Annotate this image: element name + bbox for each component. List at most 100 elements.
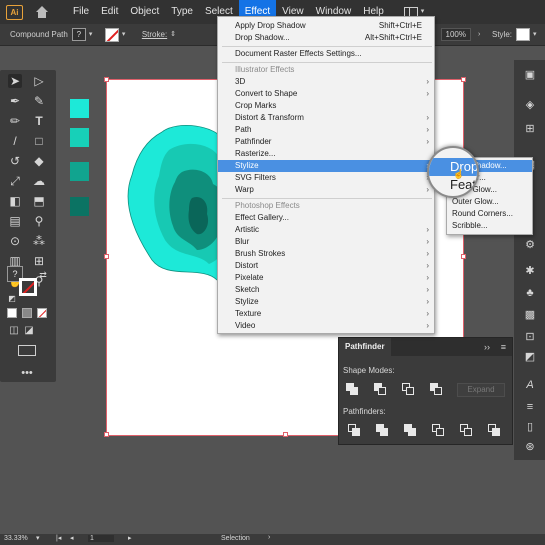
line-tool-icon[interactable]: / [8,134,22,148]
gradient-tool-icon[interactable]: ▤ [8,214,22,228]
eraser-tool-icon[interactable]: ◆ [32,154,46,168]
align-icon[interactable]: ▯ [523,420,537,434]
chevron-down-icon[interactable]: ▾ [122,31,130,39]
outline-button[interactable] [460,424,473,437]
pencil-tool-icon[interactable]: ✏ [8,114,22,128]
trim-button[interactable] [376,424,389,437]
menu-item-ps-stylize[interactable]: Stylize › [218,296,434,308]
menu-item-pathfinder[interactable]: Pathfinder › [218,136,434,148]
symbol-sprayer-tool-icon[interactable]: ⁂ [32,234,46,248]
menu-item-effect-gallery[interactable]: Effect Gallery... [218,212,434,224]
menu-item-distort[interactable]: Distort › [218,260,434,272]
menu-item-pixelate[interactable]: Pixelate › [218,272,434,284]
chevron-down-icon[interactable]: ▾ [36,534,40,542]
exclude-button[interactable] [430,383,443,396]
menu-object[interactable]: Object [124,0,165,24]
none-mode-icon[interactable] [37,308,47,318]
stroke-indicator[interactable] [19,278,37,296]
stroke-swatch[interactable] [104,27,119,42]
menu-item-texture[interactable]: Texture › [218,308,434,320]
menu-type[interactable]: Type [165,0,199,24]
collapse-panel-icon[interactable]: ›› [484,338,490,356]
transform-icon[interactable]: ⊡ [523,330,537,344]
menu-item-artistic[interactable]: Artistic › [218,224,434,236]
pathfinder-icon[interactable]: ◩ [523,350,537,364]
pen-tool-icon[interactable]: ✒ [8,94,22,108]
menu-item-apply-drop-shadow[interactable]: Apply Drop Shadow Shift+Ctrl+E [218,20,434,32]
menu-item-raster-settings[interactable]: Document Raster Effects Settings... [218,48,434,60]
swatch-3[interactable] [70,162,89,181]
submenu-item-round-corners[interactable]: Round Corners... [447,208,532,220]
menu-item-rasterize[interactable]: Rasterize... [218,148,434,160]
chevron-right-icon[interactable]: › [268,534,270,541]
resize-handle[interactable] [104,254,109,259]
swatch-4[interactable] [70,197,89,216]
draw-normal-icon[interactable]: ◫ [7,324,21,338]
appearance-icon[interactable]: ⚙ [523,238,537,252]
eyedropper-tool-icon[interactable]: ⚲ [32,214,46,228]
links-icon[interactable]: ⊛ [523,440,537,454]
character-icon[interactable]: A [523,378,537,392]
menu-item-svg-filters[interactable]: SVG Filters› [218,172,434,184]
unite-button[interactable] [346,383,359,396]
expand-button[interactable]: Expand [457,383,505,397]
rotate-tool-icon[interactable]: ↺ [8,154,22,168]
menu-item-path[interactable]: Path › [218,124,434,136]
resize-handle[interactable] [461,77,466,82]
rectangle-tool-icon[interactable]: □ [32,134,46,148]
artboard-tool-icon[interactable]: ⊞ [32,254,46,268]
artboard-number[interactable]: 1 [88,535,114,542]
crop-button[interactable] [432,424,445,437]
zoom-level[interactable]: 33.33% [4,535,28,542]
scale-tool-icon[interactable]: ⤢ [8,174,22,188]
menu-item-video[interactable]: Video › [218,320,434,332]
gradient-mode-icon[interactable] [22,308,32,318]
resize-handle[interactable] [461,254,466,259]
submenu-item-outer-glow[interactable]: Outer Glow... [447,196,532,208]
screen-mode-icon[interactable] [18,345,36,356]
color-mode-icon[interactable] [7,308,17,318]
chevron-down-icon[interactable]: ▾ [89,31,97,39]
swatch-1[interactable] [70,99,89,118]
resize-handle[interactable] [104,77,109,82]
menu-edit[interactable]: Edit [95,0,124,24]
first-artboard-icon[interactable]: |◂ [56,534,61,542]
panel-menu-icon[interactable]: ≡ [501,338,506,356]
next-artboard-icon[interactable]: ▸ [128,534,132,542]
home-icon[interactable] [35,6,49,18]
intersect-button[interactable] [402,383,415,396]
symbols-icon[interactable]: ♣ [523,286,537,300]
draw-behind-icon[interactable]: ◪ [22,324,36,338]
default-fill-stroke-icon[interactable]: ◩ [5,292,19,306]
menu-item-warp[interactable]: Warp › [218,184,434,196]
menu-item-brush-strokes[interactable]: Brush Strokes › [218,248,434,260]
blend-tool-icon[interactable]: ⊙ [8,234,22,248]
shape-builder-tool-icon[interactable]: ◧ [8,194,22,208]
chevron-down-icon[interactable]: ▾ [533,31,541,39]
resize-handle[interactable] [104,432,109,437]
type-tool-icon[interactable]: T [32,114,46,128]
style-swatch[interactable] [516,28,530,41]
swatch-2[interactable] [70,128,89,147]
resize-handle[interactable] [283,432,288,437]
minus-back-button[interactable] [488,424,501,437]
paragraph-icon[interactable]: ≡ [523,400,537,414]
menu-item-stylize[interactable]: Stylize› [218,160,434,172]
menu-file[interactable]: File [67,0,95,24]
tab-pathfinder[interactable]: Pathfinder [339,338,391,356]
warp-tool-icon[interactable]: ☁ [32,174,46,188]
swap-fill-stroke-icon[interactable]: ⇄ [36,268,50,282]
menu-item-sketch[interactable]: Sketch › [218,284,434,296]
direct-selection-tool-icon[interactable]: ▷ [32,74,46,88]
layers-icon[interactable]: ◈ [523,98,537,112]
submenu-item-scribble[interactable]: Scribble... [447,220,532,232]
merge-button[interactable] [404,424,417,437]
libraries-icon[interactable]: ⊞ [523,122,537,136]
graphic-styles-icon[interactable]: ▩ [523,308,537,322]
brushes-icon[interactable]: ✱ [523,264,537,278]
stroke-stepper-icon[interactable]: ⇕ [170,31,178,39]
menu-item-crop-marks[interactable]: Crop Marks [218,100,434,112]
selection-tool-icon[interactable]: ➤ [8,74,22,88]
properties-icon[interactable]: ▣ [523,68,537,82]
menu-item-convert-to-shape[interactable]: Convert to Shape › [218,88,434,100]
